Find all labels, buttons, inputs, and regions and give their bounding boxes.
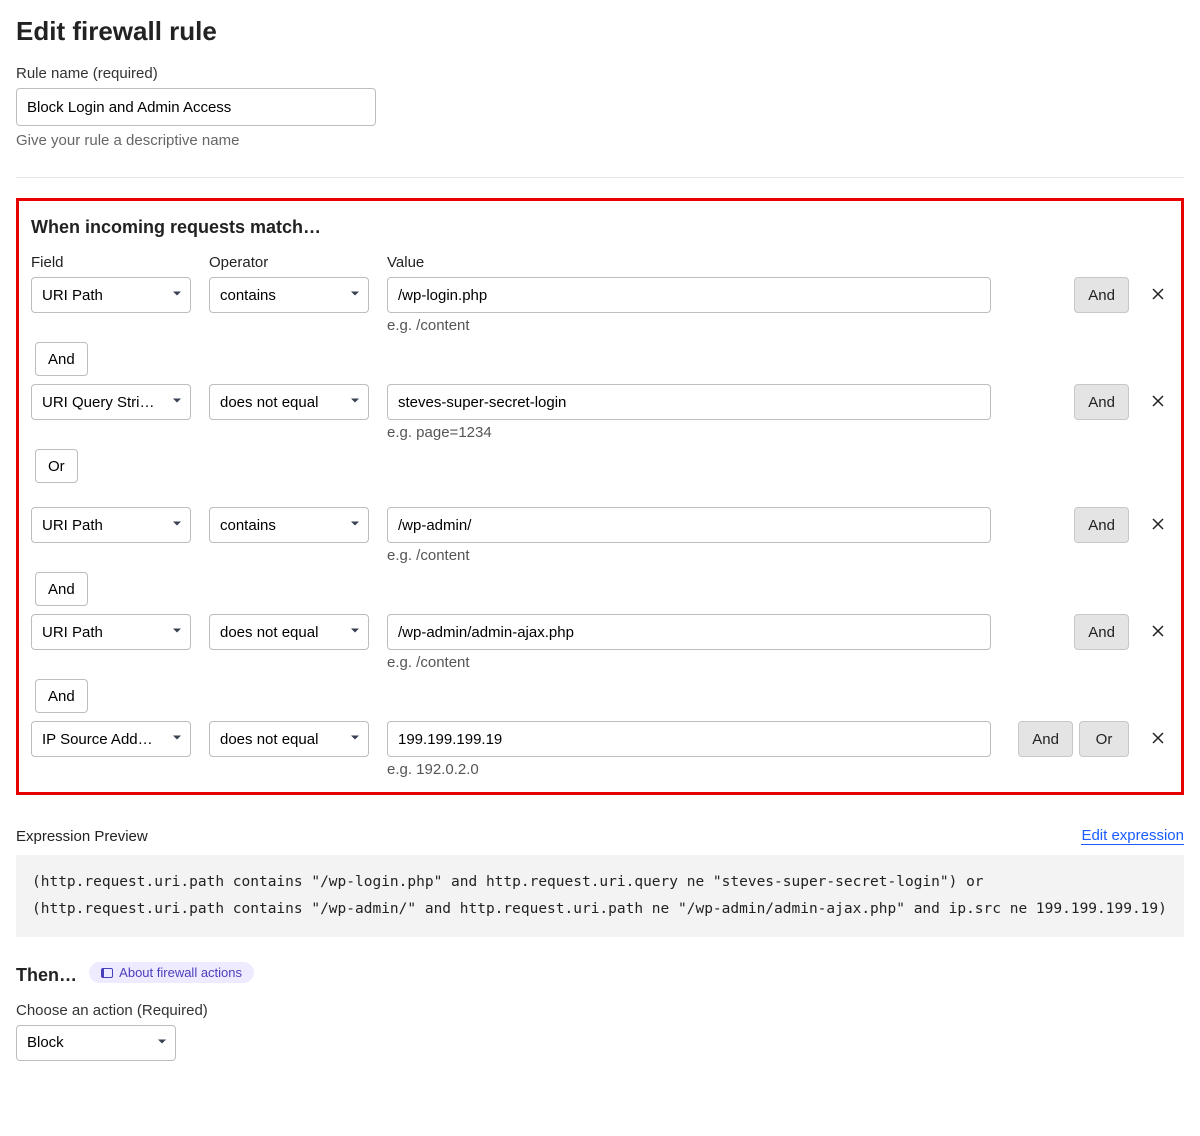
value-hint: e.g. 192.0.2.0 [387,761,991,778]
book-icon [101,968,113,978]
operator-select[interactable]: does not equal [209,721,369,757]
condition-row: URI Path contains And [31,277,1169,313]
action-select[interactable]: Block [16,1025,176,1061]
hint-row: e.g. /content [31,317,1169,334]
or-connector-button[interactable]: Or [35,449,78,483]
col-header-field: Field [31,254,191,271]
value-hint: e.g. /content [387,654,991,671]
action-select-value: Block [27,1034,64,1051]
and-button[interactable]: And [1018,721,1073,757]
hint-row: e.g. page=1234 [31,424,1169,441]
close-icon [1150,516,1166,536]
field-select-value: URI Path [42,287,103,304]
close-icon [1150,730,1166,750]
close-icon [1150,393,1166,413]
or-button[interactable]: Or [1079,721,1129,757]
value-hint: e.g. /content [387,317,991,334]
and-button[interactable]: And [1074,277,1129,313]
about-firewall-actions-pill[interactable]: About firewall actions [89,962,254,983]
value-hint: e.g. /content [387,547,991,564]
value-hint: e.g. page=1234 [387,424,991,441]
hint-row: e.g. /content [31,547,1169,564]
value-input[interactable] [387,384,991,420]
operator-select[interactable]: does not equal [209,384,369,420]
rule-name-label: Rule name (required) [16,65,1184,82]
value-input[interactable] [387,614,991,650]
operator-select-value: contains [220,517,276,534]
close-icon [1150,623,1166,643]
edit-expression-link[interactable]: Edit expression [1081,827,1184,845]
field-select[interactable]: URI Path [31,507,191,543]
remove-row-button[interactable] [1147,391,1169,413]
and-connector-button[interactable]: And [35,572,88,606]
field-select-value: URI Path [42,624,103,641]
operator-select-value: does not equal [220,394,318,411]
operator-select-value: does not equal [220,624,318,641]
and-connector-button[interactable]: And [35,679,88,713]
col-header-value: Value [387,254,991,271]
operator-select[interactable]: does not equal [209,614,369,650]
field-select[interactable]: IP Source Add… [31,721,191,757]
hint-row: e.g. /content [31,654,1169,671]
expression-preview-code: (http.request.uri.path contains "/wp-log… [16,855,1184,937]
and-connector-button[interactable]: And [35,342,88,376]
close-icon [1150,286,1166,306]
condition-row: URI Query Stri… does not equal And [31,384,1169,420]
rule-name-input[interactable] [16,88,376,126]
match-heading: When incoming requests match… [31,217,1169,238]
condition-row: URI Path contains And [31,507,1169,543]
rule-name-help: Give your rule a descriptive name [16,132,1184,149]
condition-row: URI Path does not equal And [31,614,1169,650]
match-conditions-box: When incoming requests match… Field Oper… [16,198,1184,795]
and-button[interactable]: And [1074,507,1129,543]
hint-row: e.g. 192.0.2.0 [31,761,1169,778]
value-input[interactable] [387,277,991,313]
remove-row-button[interactable] [1147,284,1169,306]
choose-action-label: Choose an action (Required) [16,1002,1184,1019]
field-select[interactable]: URI Path [31,614,191,650]
operator-select-value: contains [220,287,276,304]
field-select-value: URI Path [42,517,103,534]
and-button[interactable]: And [1074,614,1129,650]
field-select[interactable]: URI Path [31,277,191,313]
value-input[interactable] [387,507,991,543]
remove-row-button[interactable] [1147,728,1169,750]
divider [16,177,1184,178]
operator-select-value: does not equal [220,731,318,748]
operator-select[interactable]: contains [209,507,369,543]
page-title: Edit firewall rule [16,16,1184,47]
field-select[interactable]: URI Query Stri… [31,384,191,420]
field-select-value: IP Source Add… [42,731,153,748]
col-header-operator: Operator [209,254,369,271]
operator-select[interactable]: contains [209,277,369,313]
remove-row-button[interactable] [1147,514,1169,536]
then-heading: Then… [16,965,77,986]
field-select-value: URI Query Stri… [42,394,155,411]
about-firewall-actions-text: About firewall actions [119,965,242,980]
and-button[interactable]: And [1074,384,1129,420]
condition-row: IP Source Add… does not equal AndOr [31,721,1169,757]
value-input[interactable] [387,721,991,757]
remove-row-button[interactable] [1147,621,1169,643]
expression-preview-label: Expression Preview [16,828,148,845]
